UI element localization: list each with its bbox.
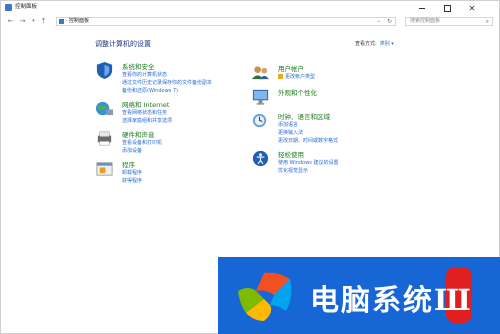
link-optimize-display[interactable]: 优化视觉显示 bbox=[278, 167, 308, 174]
link-view-status[interactable]: 查看你的计算机状态 bbox=[122, 71, 167, 78]
navigation-bar: ← → ▾ ↑ › 控制面板 ⌄ ↻ 搜索控制面板 ⌕ bbox=[1, 15, 499, 29]
category-programs: 程序 卸载程序 获得程序 bbox=[95, 159, 245, 187]
up-arrow-icon[interactable]: ↑ bbox=[39, 17, 48, 26]
refresh-icon[interactable]: ↻ bbox=[387, 18, 392, 25]
watermark-banner: 电脑系统Ш bbox=[218, 257, 500, 334]
category-hardware-sound: 硬件和声音 查看设备和打印机 添加设备 bbox=[95, 129, 245, 157]
view-by: 查看方式: 类别 ▾ bbox=[355, 40, 394, 47]
title-bar: 控制面板 ✕ bbox=[1, 1, 499, 15]
link-date-time-format[interactable]: 更改日期、时间或数字格式 bbox=[278, 137, 338, 144]
page-title: 调整计算机的设置 bbox=[95, 40, 151, 48]
close-button[interactable]: ✕ bbox=[461, 1, 483, 15]
clock-globe-icon bbox=[252, 113, 267, 128]
breadcrumb[interactable]: 控制面板 bbox=[69, 18, 89, 25]
link-get-programs[interactable]: 获得程序 bbox=[122, 177, 142, 184]
category-clock-language-region: 时钟、语言和区域 添加语言 更换输入法 更改日期、时间或数字格式 bbox=[251, 111, 421, 147]
search-icon[interactable]: ⌕ bbox=[486, 18, 489, 25]
address-bar[interactable]: › 控制面板 ⌄ ↻ bbox=[56, 17, 396, 26]
ease-of-access-icon bbox=[252, 150, 269, 167]
category-name[interactable]: 程序 bbox=[122, 159, 135, 169]
category-network: 网络和 Internet 查看网络状态和任务 选择家庭组和共享选项 bbox=[95, 99, 245, 127]
network-globe-icon bbox=[95, 101, 114, 116]
link-homegroup[interactable]: 选择家庭组和共享选项 bbox=[122, 117, 172, 124]
control-panel-icon bbox=[5, 4, 12, 11]
watermark-main-text: 电脑系统 bbox=[310, 283, 435, 317]
category-name[interactable]: 硬件和声音 bbox=[122, 129, 155, 139]
users-icon bbox=[251, 66, 270, 80]
category-name[interactable]: 系统和安全 bbox=[122, 61, 155, 71]
search-input[interactable]: 搜索控制面板 ⌕ bbox=[405, 17, 493, 26]
maximize-button[interactable] bbox=[436, 1, 458, 15]
category-name[interactable]: 时钟、语言和区域 bbox=[278, 111, 330, 121]
uac-shield-icon bbox=[278, 74, 283, 79]
minimize-icon bbox=[419, 7, 425, 9]
maximize-icon bbox=[443, 4, 451, 12]
category-name[interactable]: 外观和个性化 bbox=[278, 87, 317, 97]
windows-logo-icon bbox=[238, 272, 292, 321]
link-file-history[interactable]: 通过文件历史记录保存你的文件备份副本 bbox=[122, 79, 212, 86]
minimize-button[interactable] bbox=[411, 1, 433, 15]
category-name[interactable]: 网络和 Internet bbox=[122, 99, 169, 109]
category-user-accounts: 用户帐户 更改帐户类型 bbox=[251, 63, 401, 83]
link-backup-restore[interactable]: 备份和还原(Windows 7) bbox=[122, 87, 178, 94]
category-system-security: 系统和安全 查看你的计算机状态 通过文件历史记录保存你的文件备份副本 备份和还原… bbox=[95, 61, 245, 97]
forward-arrow-icon[interactable]: → bbox=[18, 17, 27, 26]
watermark-last-char: Ш bbox=[434, 283, 473, 317]
search-placeholder: 搜索控制面板 bbox=[410, 18, 441, 24]
link-network-status[interactable]: 查看网络状态和任务 bbox=[122, 109, 167, 116]
back-arrow-icon[interactable]: ← bbox=[6, 17, 15, 26]
view-by-label: 查看方式: bbox=[355, 41, 377, 47]
view-by-dropdown[interactable]: 类别 ▾ bbox=[380, 41, 394, 47]
recent-locations-chevron-icon[interactable]: ▾ bbox=[29, 17, 38, 26]
link-change-input[interactable]: 更换输入法 bbox=[278, 129, 303, 136]
category-appearance: 外观和个性化 bbox=[251, 87, 401, 107]
link-add-device[interactable]: 添加设备 bbox=[122, 147, 142, 154]
close-icon: ✕ bbox=[468, 3, 476, 13]
monitor-personalize-icon bbox=[252, 89, 269, 105]
link-recommended-settings[interactable]: 使用 Windows 建议的设置 bbox=[278, 159, 339, 166]
link-devices-printers[interactable]: 查看设备和打印机 bbox=[122, 139, 162, 146]
category-name[interactable]: 轻松使用 bbox=[278, 149, 304, 159]
link-uninstall-program[interactable]: 卸载程序 bbox=[122, 169, 142, 176]
link-change-account-type[interactable]: 更改帐户类型 bbox=[278, 73, 315, 80]
category-name[interactable]: 用户帐户 bbox=[278, 63, 304, 73]
printer-speaker-icon bbox=[97, 131, 112, 146]
shield-icon bbox=[96, 61, 113, 80]
link-add-language[interactable]: 添加语言 bbox=[278, 121, 298, 128]
address-dropdown-icon[interactable]: ⌄ bbox=[377, 18, 381, 25]
watermark-text: 电脑系统Ш bbox=[310, 277, 473, 319]
programs-icon bbox=[96, 162, 113, 176]
link-label: 更改帐户类型 bbox=[285, 74, 316, 80]
category-ease-of-access: 轻松使用 使用 Windows 建议的设置 优化视觉显示 bbox=[251, 149, 421, 177]
breadcrumb-separator-icon: › bbox=[65, 18, 67, 24]
window-title: 控制面板 bbox=[15, 4, 38, 10]
control-panel-small-icon bbox=[59, 19, 64, 24]
